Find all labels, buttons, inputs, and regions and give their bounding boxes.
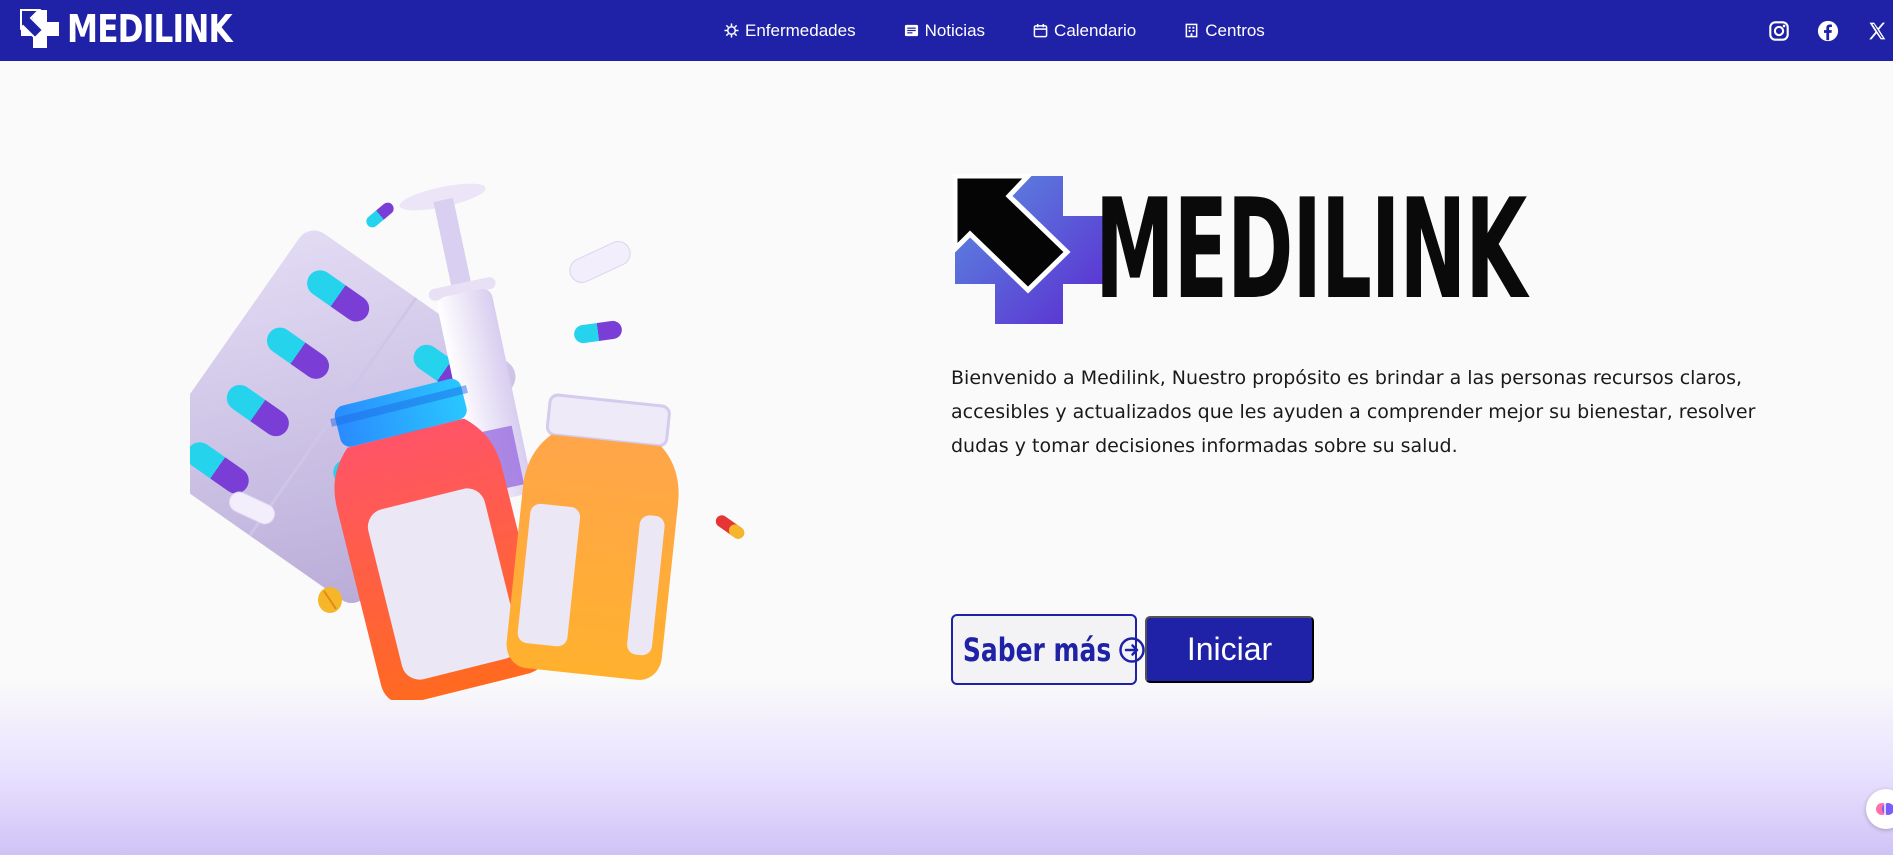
facebook-icon[interactable] [1816, 19, 1840, 43]
nav-label-calendario: Calendario [1054, 20, 1137, 40]
medilink-logo-icon [20, 9, 59, 48]
instagram-icon[interactable] [1767, 19, 1791, 43]
hero-title: MEDILINK [1095, 168, 1527, 330]
calendar-icon [1033, 23, 1048, 38]
medilink-cross-logo-icon [953, 173, 1103, 324]
top-navbar: MEDILINK Enfermedades Noticias Calendari… [0, 0, 1893, 61]
medicine-illustration [190, 183, 745, 700]
nav-label-centros: Centros [1205, 20, 1265, 40]
hero-logo: MEDILINK [953, 172, 1527, 327]
saber-mas-label: Saber más [962, 630, 1112, 669]
nav-label-noticias: Noticias [924, 20, 986, 40]
brain-icon [1876, 803, 1893, 815]
brand-name: MEDILINK [67, 7, 233, 51]
virus-icon [724, 23, 739, 38]
saber-mas-button[interactable]: Saber más [951, 614, 1145, 685]
building-icon [1185, 23, 1198, 38]
nav-item-noticias[interactable]: Noticias [904, 21, 985, 41]
nav-item-calendario[interactable]: Calendario [1033, 21, 1136, 41]
nav-item-centros[interactable]: Centros [1184, 21, 1265, 41]
x-icon[interactable] [1865, 19, 1889, 43]
main-nav: Enfermedades Noticias Calendario Centros [724, 0, 1313, 61]
nav-item-enfermedades[interactable]: Enfermedades [724, 21, 856, 41]
circle-arrow-right-icon [1119, 636, 1145, 663]
social-links [1742, 0, 1893, 61]
hero-description: Bienvenido a Medilink, Nuestro propósito… [951, 367, 1756, 457]
newspaper-icon [904, 24, 918, 37]
nav-label-enfermedades: Enfermedades [745, 20, 856, 40]
brand-logo-link[interactable]: MEDILINK [19, 8, 268, 50]
bottom-gradient [0, 680, 1893, 855]
iniciar-button[interactable]: Iniciar [1145, 616, 1314, 683]
